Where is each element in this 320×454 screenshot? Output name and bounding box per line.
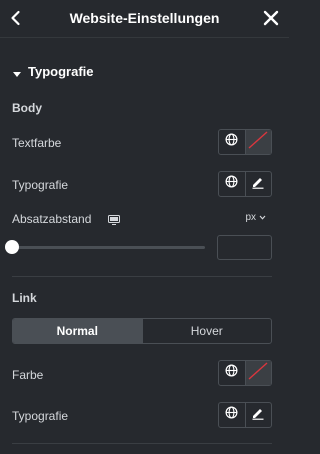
absatzabstand-input[interactable] <box>217 235 272 260</box>
global-fonts-button[interactable] <box>219 172 245 196</box>
desktop-monitor-icon[interactable] <box>108 212 120 225</box>
globe-icon <box>225 133 238 151</box>
section-title: Typografie <box>28 63 94 79</box>
textfarbe-label: Textfarbe <box>12 136 62 150</box>
color-picker-swatch[interactable] <box>244 361 271 386</box>
divider <box>12 443 272 444</box>
typografie-section-toggle[interactable]: Typografie <box>12 62 94 80</box>
global-colors-button[interactable] <box>219 361 245 385</box>
panel-header: Website-Einstellungen <box>0 0 289 38</box>
absatzabstand-slider-handle[interactable] <box>5 240 19 254</box>
edit-typography-button[interactable] <box>244 403 272 427</box>
close-icon[interactable] <box>261 8 281 28</box>
caret-down-icon <box>12 66 22 77</box>
link-heading: Link <box>12 291 37 305</box>
panel-title: Website-Einstellungen <box>69 10 220 26</box>
color-picker-swatch[interactable] <box>244 130 271 155</box>
farbe-controls <box>218 360 272 386</box>
typografie-label: Typografie <box>12 178 69 192</box>
empty-color-slash-icon <box>246 361 270 386</box>
textfarbe-controls <box>218 129 272 155</box>
unit-label: px <box>245 212 256 223</box>
farbe-label: Farbe <box>12 368 44 382</box>
globe-icon <box>225 175 238 193</box>
globe-icon <box>225 406 238 424</box>
state-tabs: Normal Hover <box>12 318 272 344</box>
pencil-icon <box>251 175 265 194</box>
divider <box>12 276 272 277</box>
tab-hover[interactable]: Hover <box>141 319 272 343</box>
global-colors-button[interactable] <box>219 130 245 154</box>
globe-icon <box>225 364 238 382</box>
global-fonts-button[interactable] <box>219 403 245 427</box>
body-heading: Body <box>12 101 42 115</box>
edit-typography-button[interactable] <box>244 172 272 196</box>
unit-selector[interactable]: px <box>245 212 266 223</box>
typografie-controls <box>218 171 272 197</box>
pencil-icon <box>251 406 265 425</box>
tab-normal[interactable]: Normal <box>13 319 142 343</box>
absatzabstand-slider-track[interactable] <box>12 246 205 249</box>
link-typografie-label: Typografie <box>12 409 69 423</box>
empty-color-slash-icon <box>246 130 270 155</box>
link-typografie-controls <box>218 402 272 428</box>
chevron-down-icon <box>259 212 266 223</box>
absatzabstand-label: Absatzabstand <box>12 212 92 226</box>
